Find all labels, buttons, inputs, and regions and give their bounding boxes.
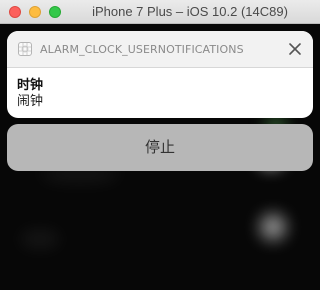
notification-card[interactable]: ALARM_CLOCK_USERNOTIFICATIONS 时钟 闹钟	[7, 31, 313, 118]
app-placeholder-icon	[18, 42, 32, 56]
stop-button[interactable]: 停止	[7, 124, 313, 171]
window-title: iPhone 7 Plus – iOS 10.2 (14C89)	[92, 4, 288, 19]
notification-header: ALARM_CLOCK_USERNOTIFICATIONS	[7, 31, 313, 68]
close-icon[interactable]	[287, 41, 303, 57]
background-light	[20, 229, 60, 249]
notification-app-name: ALARM_CLOCK_USERNOTIFICATIONS	[40, 43, 244, 56]
notification-body: 闹钟	[17, 94, 44, 109]
window-titlebar: iPhone 7 Plus – iOS 10.2 (14C89)	[0, 0, 320, 24]
simulator-screen: ALARM_CLOCK_USERNOTIFICATIONS 时钟 闹钟 停止	[0, 24, 320, 290]
window-close-button[interactable]	[9, 6, 21, 18]
notification-title: 时钟	[17, 78, 44, 93]
window-minimize-button[interactable]	[29, 6, 41, 18]
background-light	[260, 214, 286, 240]
